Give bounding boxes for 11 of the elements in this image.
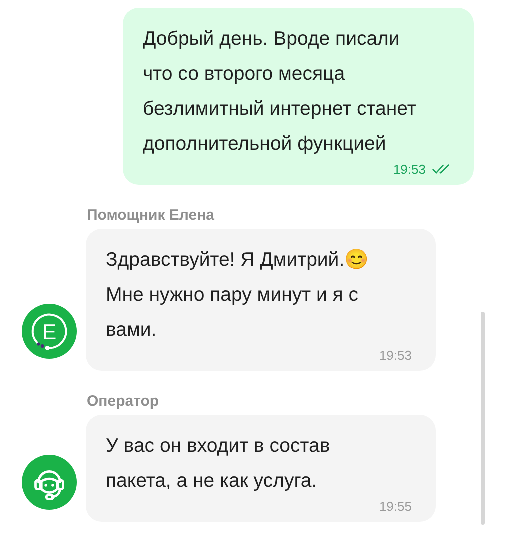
message-time: 19:55	[379, 499, 412, 514]
message-text: Здравствуйте! Я Дмитрий.😊 Мне нужно пару минут и я с вами.	[106, 248, 370, 343]
sender-name: Помощник Елена	[87, 207, 216, 224]
operator-avatar-icon	[22, 455, 77, 510]
message-text: У вас он входит в состав пакета, а не как услуга.	[106, 434, 332, 494]
scrollbar[interactable]	[481, 312, 485, 525]
message-time: 19:53	[379, 348, 412, 363]
sender-name: Оператор	[87, 393, 160, 410]
message-time: 19:53	[393, 162, 426, 177]
message-text: Добрый день. Вроде писали что со второго месяца безлимитный интернет станет дополнительной функцией	[143, 27, 418, 157]
avatar-icon: E	[22, 304, 77, 359]
